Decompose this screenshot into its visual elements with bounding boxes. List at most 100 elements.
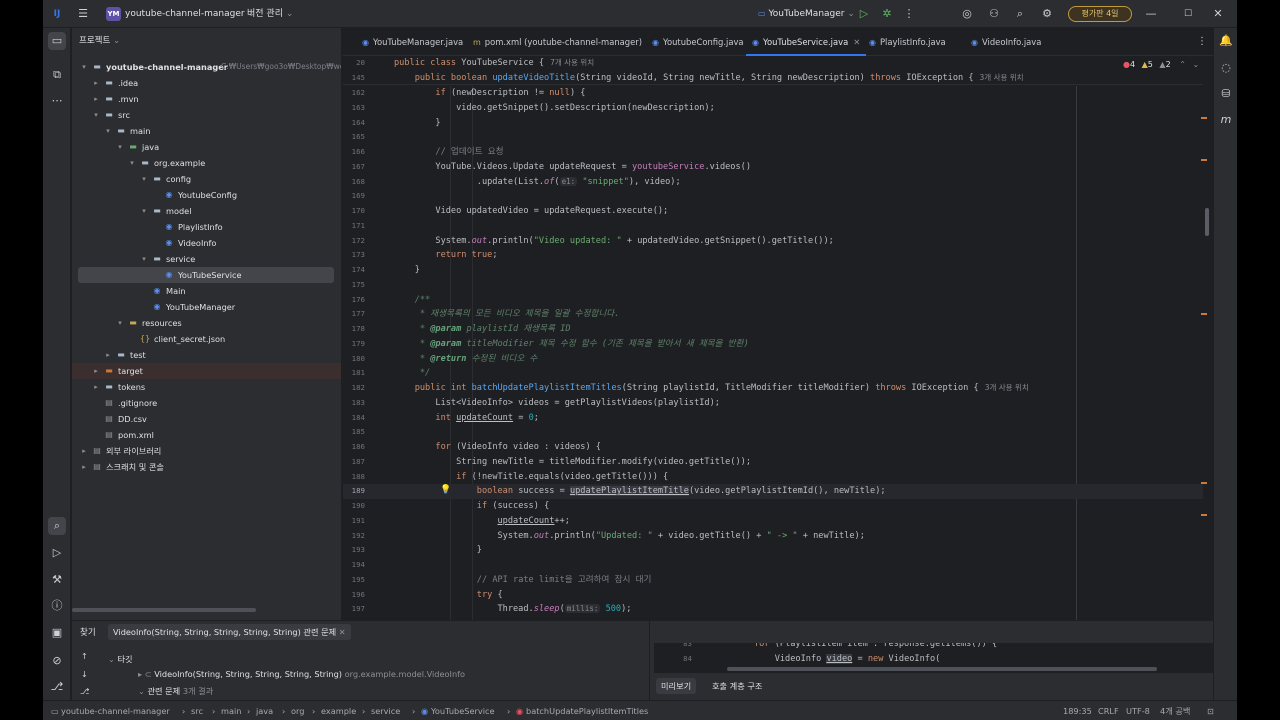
chevron-down-icon[interactable]: ▾ — [116, 315, 124, 331]
maven-icon[interactable]: m — [1217, 111, 1235, 129]
close-tab-icon[interactable]: ✕ — [339, 627, 346, 637]
line-separator[interactable]: CRLF — [1098, 701, 1119, 720]
code-line[interactable]: 196 try { — [343, 588, 1203, 603]
tree-item[interactable]: ◉ YouTubeService — [78, 267, 334, 283]
structure-tool-icon[interactable]: ⧉ — [48, 66, 66, 84]
code-line[interactable]: 179 * @param titleModifier 제목 수정 함수 (기존 … — [343, 337, 1203, 352]
code-line[interactable]: 168 .update(List.of(e1: "snippet"), vide… — [343, 175, 1203, 190]
tree-item[interactable]: ◉ VideoInfo — [72, 235, 341, 251]
editor-tab[interactable]: m pom.xml (youtube-channel-manager) — [467, 28, 648, 56]
chevron-down-icon[interactable]: ▾ — [116, 139, 124, 155]
breadcrumb-item[interactable]: src — [191, 701, 203, 720]
code-line[interactable]: 180 * @return 수정된 비디오 수 — [343, 352, 1203, 367]
code-text[interactable]: Video updatedVideo = updateRequest.execu… — [394, 204, 668, 219]
chevron-right-icon[interactable]: ▸ — [92, 75, 100, 91]
line-number[interactable]: 172 — [343, 234, 365, 249]
line-number[interactable]: 178 — [343, 322, 365, 337]
next-highlight-icon[interactable]: ⌄ — [1192, 60, 1199, 69]
chevron-down-icon[interactable]: ▾ — [80, 59, 88, 75]
code-text[interactable]: System.out.println("Video updated: " + u… — [394, 234, 833, 249]
find-tool-icon[interactable]: ⌕ — [48, 517, 66, 535]
tree-item[interactable]: ▸ ▬ target — [72, 363, 341, 379]
code-line[interactable]: 197 Thread.sleep(millis: 500); — [343, 602, 1203, 617]
code-line[interactable]: 189 boolean success = updatePlaylistItem… — [343, 484, 1203, 499]
close-icon[interactable]: ✕ — [1210, 6, 1226, 22]
tree-item[interactable]: ◉ PlaylistInfo — [72, 219, 341, 235]
chevron-right-icon[interactable]: ▸ — [80, 459, 88, 475]
line-number[interactable]: 166 — [343, 145, 365, 160]
code-text[interactable]: * @return 수정된 비디오 수 — [394, 352, 537, 367]
code-text[interactable]: try { — [394, 588, 503, 603]
lock-icon[interactable]: ⊡ — [1207, 701, 1214, 720]
code-line[interactable]: 183 List<VideoInfo> videos = getPlaylist… — [343, 396, 1203, 411]
code-line[interactable]: 190 if (success) { — [343, 499, 1203, 514]
tree-item[interactable]: {} client_secret.json — [72, 331, 341, 347]
code-line[interactable]: 165 — [343, 130, 1203, 145]
tree-item[interactable]: ▸ ▤ 외부 라이브러리 — [72, 443, 341, 459]
breadcrumb-item[interactable]: youtube-channel-manager — [61, 701, 170, 720]
preview-horizontal-scrollbar[interactable] — [727, 667, 1157, 671]
editor-tab[interactable]: ◉ PlaylistInfo.java — [863, 28, 952, 56]
tree-item[interactable]: ◉ YouTubeManager — [72, 299, 341, 315]
database-icon[interactable]: ⛁ — [1217, 85, 1235, 103]
line-number[interactable]: 194 — [343, 558, 365, 573]
line-number[interactable]: 193 — [343, 543, 365, 558]
code-text[interactable]: /** — [394, 293, 431, 308]
line-number[interactable]: 181 — [343, 366, 365, 381]
warning-stripe-mark[interactable] — [1201, 514, 1207, 516]
problems-group[interactable]: ⌄ 관련 문제 3개 결과 — [138, 685, 213, 697]
line-number[interactable]: 176 — [343, 293, 365, 308]
tree-item[interactable]: ▸ ▬ .mvn — [72, 91, 341, 107]
code-text[interactable]: public class YouTubeService {7개 사용 위치 — [394, 56, 594, 71]
code-text[interactable]: Thread.sleep(millis: 500); — [394, 602, 631, 617]
add-user-icon[interactable]: ⚇ — [986, 6, 1002, 22]
tree-item[interactable]: ◉ Main — [72, 283, 341, 299]
project-switcher[interactable]: youtube-channel-manager ⌄ — [125, 0, 255, 28]
warning-stripe-mark[interactable] — [1201, 159, 1207, 161]
maximize-icon[interactable]: ☐ — [1180, 6, 1196, 22]
code-text[interactable]: return true; — [394, 248, 497, 263]
line-number[interactable]: 168 — [343, 175, 365, 190]
line-number[interactable]: 183 — [343, 396, 365, 411]
group-by-icon[interactable]: ⎇ — [80, 686, 89, 696]
line-number[interactable]: 177 — [343, 307, 365, 322]
tree-item[interactable]: ▾ ▬ org.example — [72, 155, 341, 171]
line-number[interactable]: 145 — [343, 71, 365, 86]
chevron-down-icon[interactable]: ▾ — [92, 107, 100, 123]
code-text[interactable]: */ — [394, 366, 430, 381]
main-menu-icon[interactable]: ☰ — [75, 6, 91, 22]
line-number[interactable]: 191 — [343, 514, 365, 529]
code-line[interactable]: 185 — [343, 425, 1203, 440]
indent-setting[interactable]: 4개 공백 — [1160, 701, 1190, 720]
project-tool-icon[interactable]: ▭ — [48, 32, 66, 50]
code-text[interactable]: updateCount++; — [394, 514, 569, 529]
tree-item[interactable]: ◉ YoutubeConfig — [72, 187, 341, 203]
code-text[interactable]: public boolean updateVideoTitle(String v… — [394, 71, 1024, 86]
breadcrumb-item[interactable]: example — [321, 701, 356, 720]
run-config-selector[interactable]: ▭ YouTubeManager ⌄ — [758, 0, 855, 28]
chevron-down-icon[interactable]: ▾ — [128, 155, 136, 171]
tree-item[interactable]: ▤ .gitignore — [72, 395, 341, 411]
line-number[interactable]: 173 — [343, 248, 365, 263]
warning-stripe-mark[interactable] — [1201, 313, 1207, 315]
code-text[interactable]: for (VideoInfo video : videos) { — [394, 440, 601, 455]
find-result-tab[interactable]: VideoInfo(String, String, String, String… — [108, 624, 351, 640]
project-panel-header[interactable]: 프로젝트 ⌄ — [79, 34, 120, 46]
line-number[interactable]: 197 — [343, 602, 365, 617]
line-number[interactable]: 186 — [343, 440, 365, 455]
line-number[interactable]: 182 — [343, 381, 365, 396]
code-text[interactable]: video.getSnippet().setDescription(newDes… — [394, 101, 715, 116]
call-hierarchy-tab[interactable]: 호출 계층 구조 — [712, 678, 762, 694]
caret-position[interactable]: 189:35 — [1063, 701, 1092, 720]
code-line[interactable]: 166 // 업데이트 요청 — [343, 145, 1203, 160]
line-number[interactable]: 188 — [343, 470, 365, 485]
code-text[interactable]: } — [394, 116, 440, 131]
tree-item[interactable]: ▾ ▬ model — [72, 203, 341, 219]
line-number[interactable]: 184 — [343, 411, 365, 426]
code-text[interactable]: public int batchUpdatePlaylistItemTitles… — [394, 381, 1029, 396]
tree-item[interactable]: ▤ pom.xml — [72, 427, 341, 443]
code-line[interactable]: 174 } — [343, 263, 1203, 278]
problems-list-icon[interactable]: ⊘ — [48, 652, 66, 670]
more-actions-icon[interactable]: ⋮ — [901, 6, 917, 22]
breadcrumb-item[interactable]: java — [256, 701, 273, 720]
